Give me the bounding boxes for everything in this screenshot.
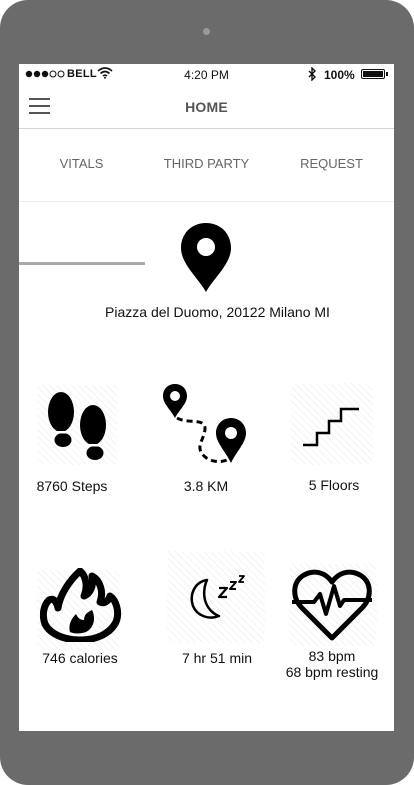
bluetooth-icon [308, 67, 316, 81]
phone-frame: BELL 4:20 PM 100% HOME VITALS THIRD PART… [0, 0, 414, 785]
app-screen: BELL 4:20 PM 100% HOME VITALS THIRD PART… [19, 64, 394, 731]
top-nav-bar: HOME [19, 86, 394, 129]
route-pins-icon [163, 384, 246, 464]
page-title: HOME [185, 99, 228, 115]
tab-bar: VITALS THIRD PARTY REQUEST [19, 129, 394, 265]
calories-value: 746 calories [42, 650, 118, 666]
stairs-icon [303, 407, 359, 447]
sleep-value: 7 hr 51 min [181, 650, 253, 666]
distance-value: 3.8 KM [183, 478, 229, 494]
flame-icon [40, 568, 122, 642]
status-bar: BELL 4:20 PM 100% [19, 64, 394, 86]
heart-rate-value: 83 bpm [308, 648, 356, 664]
battery-icon [361, 69, 385, 79]
active-tab-indicator [19, 262, 145, 265]
front-camera [203, 28, 210, 35]
heart-pulse-icon [292, 569, 372, 641]
moon-zzz-icon [190, 575, 245, 619]
battery-tip [386, 72, 388, 76]
tab-third-party[interactable]: THIRD PARTY [144, 129, 269, 201]
tab-request[interactable]: REQUEST [269, 129, 394, 201]
floors-value: 5 Floors [308, 477, 360, 493]
tab-vitals[interactable]: VITALS [19, 129, 144, 201]
resting-heart-rate-value: 68 bpm resting [285, 664, 379, 680]
footprints-icon [48, 392, 107, 460]
map-pin-icon [181, 223, 231, 292]
steps-value: 8760 Steps [36, 478, 108, 494]
location-address: Piazza del Duomo, 20122 Milano MI [105, 304, 330, 320]
battery-percentage: 100% [324, 68, 355, 82]
